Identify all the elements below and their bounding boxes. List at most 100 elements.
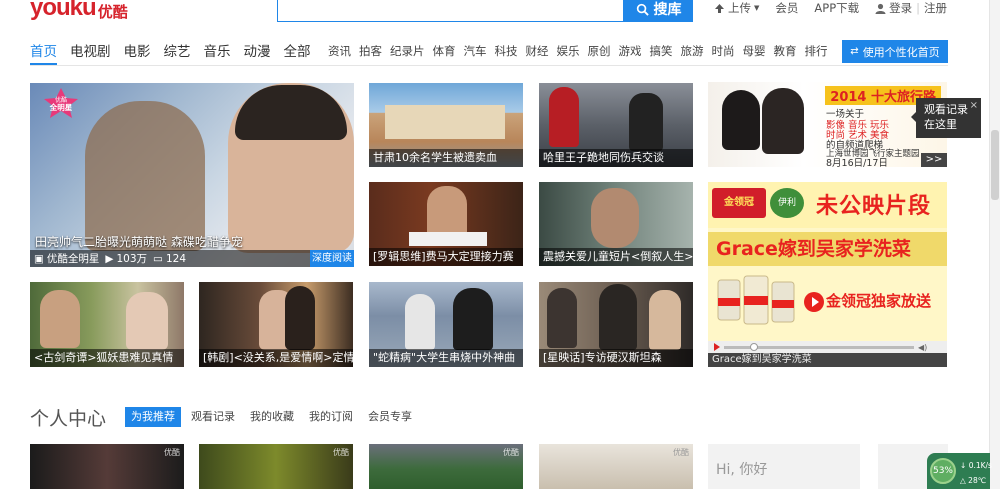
watermark: 优酷: [333, 448, 349, 457]
nav-sub-item[interactable]: 娱乐: [557, 43, 580, 59]
login-prompt-box[interactable]: Hi, 你好: [708, 444, 860, 489]
nav-sub-item[interactable]: 资讯: [328, 43, 351, 59]
nav-sub-item[interactable]: 体育: [433, 43, 456, 59]
nav-sub-item[interactable]: 排行: [805, 43, 828, 59]
nav-sub-item[interactable]: 搞笑: [650, 43, 673, 59]
app-label: APP下载: [814, 1, 860, 15]
nav-sub-item[interactable]: 母婴: [743, 43, 766, 59]
nav-sub-item[interactable]: 原创: [588, 43, 611, 59]
tab-recommend[interactable]: 为我推荐: [125, 407, 181, 427]
swap-icon: ⇄: [850, 46, 859, 57]
nav-sub-item[interactable]: 拍客: [359, 43, 382, 59]
video-card[interactable]: [星映话]专访硬汉斯坦森: [539, 282, 693, 367]
personal-homepage-button[interactable]: ⇄ 使用个性化首页: [842, 40, 948, 63]
upload-link[interactable]: 上传 ▼: [714, 0, 759, 16]
upload-label: 上传: [728, 1, 751, 15]
video-card[interactable]: "蛇精病"大学生串烧中外神曲: [369, 282, 523, 367]
nav-item-all[interactable]: 全部: [284, 40, 311, 65]
video-card[interactable]: 甘肃10余名学生被遗卖血: [369, 83, 523, 167]
scrollbar-thumb[interactable]: [991, 130, 999, 200]
tab-subscriptions[interactable]: 我的订阅: [309, 407, 353, 427]
event-ad-banner[interactable]: 2014 十大旅行路 一场关于 影像 音乐 玩乐 时尚 艺术 美食 的自频道爬梯…: [708, 82, 947, 167]
memory-percent: 53%: [930, 458, 956, 484]
video-card[interactable]: 哈里王子跪地同伤兵交谈: [539, 83, 693, 167]
personal-center-title: 个人中心: [30, 408, 107, 430]
nav-sub-item[interactable]: 纪录片: [390, 43, 425, 59]
comment-icon: ▭: [153, 252, 163, 265]
recommend-thumbnail[interactable]: 优酷: [30, 444, 184, 489]
recommend-thumbnail[interactable]: 优酷: [539, 444, 693, 489]
search-input[interactable]: [277, 0, 624, 22]
thumbnail-image: [549, 87, 579, 147]
watermark: 优酷: [673, 448, 689, 457]
chevron-down-icon: ▼: [754, 4, 760, 12]
logo-cn: 优酷: [97, 3, 128, 21]
nav-item-movie[interactable]: 电影: [124, 40, 151, 65]
nav-item-anime[interactable]: 动漫: [244, 40, 271, 65]
vip-link[interactable]: 会员: [775, 0, 798, 16]
video-card[interactable]: <古剑奇谭>狐妖患难见真情: [30, 282, 184, 367]
brand-logo: 金领冠: [712, 188, 766, 218]
hero-video[interactable]: 优酷 全明星 田亮帅气二胎曝光萌萌哒 森碟吃醋争宠 ▣ 优酷全明星 ▶ 103万…: [30, 83, 354, 267]
nav-sub-item[interactable]: 科技: [495, 43, 518, 59]
volume-icon[interactable]: ◀): [918, 343, 927, 352]
channel-icon: ▣: [34, 252, 44, 265]
youku-logo[interactable]: youku 优酷: [30, 0, 128, 22]
user-icon: [875, 3, 886, 14]
video-controls: ◀): [708, 341, 947, 353]
video-card[interactable]: [韩剧]<没关系,是爱情啊>定情: [199, 282, 353, 367]
login-link[interactable]: 登录: [875, 0, 912, 16]
ad-more-button[interactable]: >>: [921, 153, 947, 167]
recommend-thumbnail[interactable]: 优酷: [199, 444, 353, 489]
ad-line: 8月16日/17日: [826, 158, 888, 167]
nav-sub-item[interactable]: 教育: [774, 43, 797, 59]
thumbnail-image: [599, 284, 637, 350]
hero-title[interactable]: 田亮帅气二胎曝光萌萌哒 森碟吃醋争宠: [35, 233, 243, 250]
thumbnail-image: [40, 290, 80, 348]
tab-favorites[interactable]: 我的收藏: [250, 407, 294, 427]
video-caption: 震撼关爱儿童短片<倒叙人生>: [539, 248, 693, 266]
app-download-link[interactable]: APP下载: [814, 0, 859, 16]
play-button-icon[interactable]: [714, 343, 720, 351]
nav-sub-item[interactable]: 财经: [526, 43, 549, 59]
video-card[interactable]: [罗辑思维]费马大定理接力赛: [369, 182, 523, 266]
nav-item-music[interactable]: 音乐: [204, 40, 231, 65]
network-speed-widget[interactable]: 53% ↓ 0.1K/s △ 28℃: [927, 453, 992, 489]
upload-speed-icon: △: [960, 476, 966, 485]
thumbnail-image: [285, 286, 315, 350]
hero-image: [235, 85, 347, 140]
login-label: 登录: [889, 1, 913, 15]
deep-read-button[interactable]: 深度阅读: [310, 250, 354, 267]
nav-sub-item[interactable]: 时尚: [712, 43, 735, 59]
nav-sub-item[interactable]: 游戏: [619, 43, 642, 59]
video-card[interactable]: 震撼关爱儿童短片<倒叙人生>: [539, 182, 693, 266]
grace-video-ad[interactable]: 金领冠 伊利 未公映片段 Grace嫁到吴家学洗菜 金领冠独家放送 ◀) Gra…: [708, 182, 947, 367]
scrollbar[interactable]: [989, 0, 1000, 489]
nav-sub-item[interactable]: 汽车: [464, 43, 487, 59]
nav-sub-item[interactable]: 旅游: [681, 43, 704, 59]
all-star-badge-icon: 优酷 全明星: [44, 88, 78, 118]
yili-logo: 伊利: [770, 188, 804, 218]
ad-slogan-2: Grace嫁到吴家学洗菜: [716, 238, 911, 260]
divider: |: [916, 1, 921, 15]
play-icon[interactable]: [804, 292, 824, 312]
logo-text: youku: [30, 0, 97, 21]
search-button[interactable]: 搜库: [624, 0, 693, 22]
hero-comments-value: 124: [165, 252, 187, 265]
close-icon[interactable]: ×: [970, 98, 978, 113]
video-caption: 哈里王子跪地同伤兵交谈: [539, 149, 693, 167]
nav-item-variety[interactable]: 综艺: [164, 40, 191, 65]
nav-item-home[interactable]: 首页: [30, 40, 57, 65]
video-caption: <古剑奇谭>狐妖患难见真情: [30, 349, 184, 367]
recommend-thumbnail[interactable]: 优酷: [369, 444, 523, 489]
register-link[interactable]: 注册: [924, 0, 947, 16]
tab-history[interactable]: 观看记录: [191, 407, 235, 427]
hero-image: [85, 101, 205, 251]
watermark: 优酷: [503, 448, 519, 457]
thumbnail-image: [629, 93, 663, 151]
progress-knob[interactable]: [750, 342, 758, 351]
nav-item-tv[interactable]: 电视剧: [70, 40, 111, 65]
hero-channel[interactable]: ▣ 优酷全明星: [34, 251, 99, 266]
progress-bar[interactable]: [724, 342, 914, 351]
tab-vip-exclusive[interactable]: 会员专享: [368, 407, 412, 427]
